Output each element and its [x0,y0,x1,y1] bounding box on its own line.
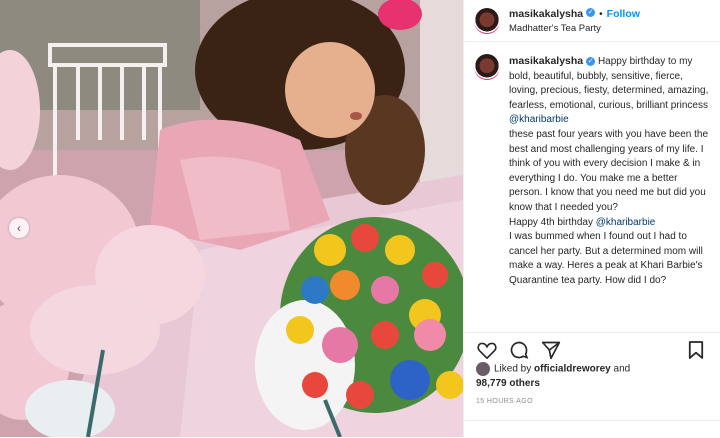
author-avatar[interactable] [474,7,500,34]
share-button[interactable] [539,339,563,361]
liked-by-label: Liked by [494,363,532,375]
share-icon [541,341,561,359]
mention-link[interactable]: @kharibarbie [509,114,569,125]
comment-icon [510,341,529,359]
mention-link[interactable]: @kharibarbie [596,217,656,228]
carousel-prev-button[interactable]: ‹ [9,218,29,238]
save-button[interactable] [684,339,708,361]
verified-badge-icon: ✓ [586,7,596,17]
follow-button[interactable]: Follow [607,8,640,20]
bookmark-icon [688,340,704,359]
post-header: masikakalysha ✓ • Follow Madhatter's Tea Pa… [464,0,720,42]
liker-username[interactable]: officialdreworey [534,364,611,375]
likes-summary: Liked by officialdreworey and 98,779 oth… [476,362,712,391]
post-location[interactable]: Madhatter's Tea Party [509,22,640,36]
likes-and: and [613,363,631,375]
like-button[interactable] [475,339,499,361]
heart-icon [477,342,497,359]
post-photo[interactable]: ‹ [0,0,463,437]
action-bar [463,332,720,362]
chevron-left-icon: ‹ [17,221,21,235]
add-comment-area[interactable] [463,420,720,438]
comments-section[interactable]: masikakalysha ✓ Happy birthday to my bold… [464,42,720,328]
caption-comment: masikakalysha ✓ Happy birthday to my bold… [474,54,711,289]
caption-text-4: I was bummed when I found out I had to c… [509,231,703,286]
caption-author-username[interactable]: masikakalysha [509,55,583,67]
post-timestamp[interactable]: 15 HOURS AGO [476,398,533,405]
caption-author-avatar[interactable] [474,54,500,80]
comment-button[interactable] [507,339,531,361]
caption-text-2: these past four years with you have been… [509,128,709,213]
verified-badge-icon: ✓ [586,56,596,66]
birthday-girl-photo [0,0,463,437]
separator-dot: • [599,8,603,20]
caption-text-3: Happy 4th birthday [509,216,593,228]
likes-count[interactable]: 98,779 others [476,378,540,389]
author-username[interactable]: masikakalysha [509,8,583,20]
liker-avatar[interactable] [476,362,490,376]
